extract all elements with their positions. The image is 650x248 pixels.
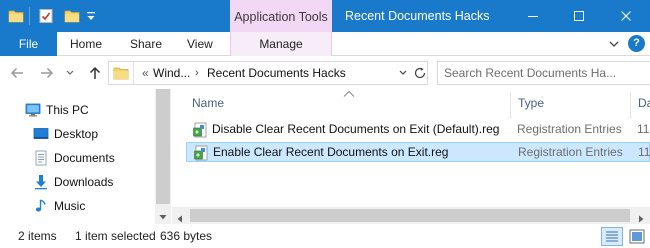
tab-home[interactable]: Home xyxy=(70,32,102,56)
quick-access-separator xyxy=(29,7,30,25)
status-bar: 2 items 1 item selected 636 bytes xyxy=(0,224,650,248)
scroll-left-arrow-icon[interactable] xyxy=(176,212,184,223)
column-divider[interactable] xyxy=(510,92,511,118)
breadcrumb-current-folder[interactable]: Recent Documents Hacks xyxy=(207,62,346,84)
address-separator xyxy=(133,62,134,84)
nav-pane-scroll-thumb[interactable] xyxy=(156,89,170,204)
tab-view[interactable]: View xyxy=(187,32,213,56)
file-type: Registration Entries xyxy=(517,122,622,136)
nav-item-desktop[interactable]: Desktop xyxy=(0,123,150,145)
scroll-right-arrow-icon[interactable] xyxy=(637,212,645,223)
documents-icon xyxy=(33,150,49,166)
forward-arrow-icon[interactable] xyxy=(38,64,56,82)
application-tools-context-tab: Application Tools xyxy=(230,0,332,32)
back-arrow-icon[interactable] xyxy=(8,64,26,82)
desktop-icon xyxy=(33,126,49,142)
breadcrumb-overflow[interactable]: « xyxy=(142,62,149,84)
status-size: 636 bytes xyxy=(160,229,213,243)
nav-item-label: This PC xyxy=(46,103,89,117)
up-arrow-icon[interactable] xyxy=(86,64,104,82)
status-item-count: 2 items xyxy=(18,229,57,243)
music-icon xyxy=(33,198,49,214)
properties-check-icon[interactable] xyxy=(38,8,54,24)
nav-item-label: Music xyxy=(54,199,86,213)
file-name: Enable Clear Recent Documents on Exit.re… xyxy=(213,145,449,159)
navigation-pane: This PC Desktop Documents Downloads Musi… xyxy=(0,89,172,224)
status-selection: 1 item selected xyxy=(75,229,156,243)
close-icon xyxy=(621,11,631,21)
file-date: 11 xyxy=(638,145,650,159)
horizontal-scroll-thumb[interactable] xyxy=(190,209,630,222)
address-dropdown-icon[interactable] xyxy=(398,67,408,79)
help-icon[interactable]: ? xyxy=(628,35,645,52)
breadcrumb-windows[interactable]: Wind... xyxy=(153,62,190,84)
nav-item-label: Documents xyxy=(54,151,115,165)
minimize-icon xyxy=(528,16,538,17)
horizontal-scrollbar[interactable] xyxy=(172,207,650,224)
file-name: Disable Clear Recent Documents on Exit (… xyxy=(212,122,500,136)
registry-file-icon xyxy=(192,122,208,138)
address-row: « Wind... › Recent Documents Hacks xyxy=(0,57,650,89)
customize-toolbar-dropdown-icon[interactable] xyxy=(86,10,96,22)
address-bar[interactable]: « Wind... › Recent Documents Hacks xyxy=(108,61,428,85)
file-date: 11 xyxy=(637,122,650,136)
new-folder-icon[interactable] xyxy=(64,8,80,24)
nav-item-this-pc[interactable]: This PC xyxy=(0,99,150,121)
recent-locations-chevron-icon[interactable] xyxy=(65,64,75,82)
nav-item-label: Desktop xyxy=(54,127,99,141)
refresh-icon[interactable] xyxy=(413,66,427,80)
close-button[interactable] xyxy=(602,0,650,32)
expand-ribbon-icon[interactable] xyxy=(606,36,622,52)
details-view-icon[interactable] xyxy=(601,227,623,246)
computer-icon xyxy=(25,102,41,118)
downloads-icon xyxy=(33,174,49,190)
breadcrumb-chevron-icon[interactable]: › xyxy=(195,62,199,84)
column-header-type[interactable]: Type xyxy=(518,92,544,114)
maximize-icon xyxy=(574,11,584,21)
folder-icon[interactable] xyxy=(8,8,24,24)
maximize-button[interactable] xyxy=(556,0,602,32)
window-title: Recent Documents Hacks xyxy=(345,9,490,23)
title-bar: Application Tools Recent Documents Hacks xyxy=(0,0,650,32)
tab-share[interactable]: Share xyxy=(130,32,162,56)
column-header-name[interactable]: Name xyxy=(192,92,224,114)
file-type: Registration Entries xyxy=(518,145,623,159)
nav-item-downloads[interactable]: Downloads xyxy=(0,171,150,193)
search-input[interactable] xyxy=(444,62,644,84)
file-row[interactable]: Disable Clear Recent Documents on Exit (… xyxy=(186,120,650,140)
ribbon-tab-bar: File Home Share View Manage ? xyxy=(0,32,650,56)
column-header-date[interactable]: Da xyxy=(638,92,650,114)
nav-item-label: Downloads xyxy=(54,175,114,189)
file-list: Name Type Da Disable Clear Recent Docume… xyxy=(172,89,650,224)
file-row-selected[interactable]: Enable Clear Recent Documents on Exit.re… xyxy=(186,142,650,162)
large-icons-view-icon[interactable] xyxy=(627,227,647,246)
sort-ascending-icon xyxy=(342,87,356,97)
nav-item-documents[interactable]: Documents xyxy=(0,147,150,169)
tab-manage[interactable]: Manage xyxy=(230,32,332,56)
search-box[interactable] xyxy=(437,61,650,85)
scroll-down-arrow-icon[interactable] xyxy=(159,210,167,220)
column-divider[interactable] xyxy=(630,92,631,118)
folder-icon xyxy=(113,65,129,81)
minimize-button[interactable] xyxy=(510,0,556,32)
tab-file[interactable]: File xyxy=(0,32,57,56)
registry-file-icon xyxy=(193,145,209,161)
nav-pane-scrollbar[interactable] xyxy=(155,89,171,224)
nav-item-music[interactable]: Music xyxy=(0,195,150,217)
